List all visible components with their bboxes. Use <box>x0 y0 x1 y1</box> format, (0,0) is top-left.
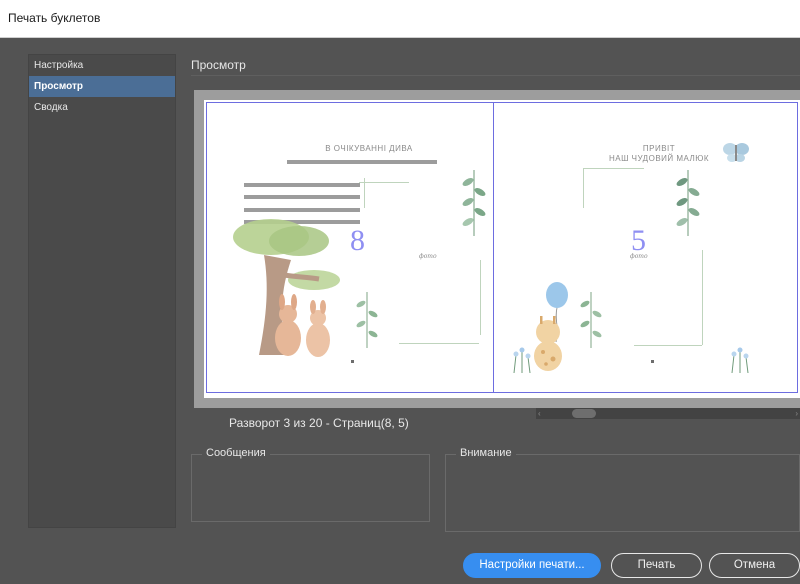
cancel-button[interactable]: Отмена <box>709 553 800 578</box>
messages-label: Сообщения <box>202 447 270 459</box>
print-settings-button[interactable]: Настройки печати... <box>463 553 601 578</box>
title-bar: Печать буклетов <box>0 0 800 38</box>
messages-group: Сообщения <box>191 447 430 522</box>
preview-area[interactable]: В ОЧІКУВАННІ ДИВА 8 фото ПРИВІТ НАШ ЧУДО… <box>194 90 800 408</box>
sidebar: Настройка Просмотр Сводка <box>28 54 176 528</box>
attention-group: Внимание <box>445 447 800 532</box>
attention-label: Внимание <box>456 447 516 459</box>
scrollbar-thumb[interactable] <box>572 409 597 418</box>
section-title: Просмотр <box>191 58 246 72</box>
window-title: Печать буклетов <box>8 11 101 25</box>
scroll-right-arrow-icon[interactable]: › <box>795 408 798 419</box>
sidebar-item-preview[interactable]: Просмотр <box>29 76 175 97</box>
preview-horizontal-scrollbar[interactable]: ‹ › <box>536 408 800 419</box>
spread-sheet: В ОЧІКУВАННІ ДИВА 8 фото ПРИВІТ НАШ ЧУДО… <box>204 100 800 398</box>
sidebar-item-setup[interactable]: Настройка <box>29 55 175 76</box>
page-margin-guides <box>206 102 798 393</box>
print-button[interactable]: Печать <box>611 553 702 578</box>
booklet-print-dialog: Настройка Просмотр Сводка Просмотр В ОЧІ… <box>0 38 800 584</box>
spread-info: Разворот 3 из 20 - Страниц(8, 5) <box>229 416 409 430</box>
spread-spine-guide <box>493 102 494 393</box>
section-divider <box>191 75 800 76</box>
scroll-left-arrow-icon[interactable]: ‹ <box>538 408 541 419</box>
sidebar-item-summary[interactable]: Сводка <box>29 97 175 118</box>
